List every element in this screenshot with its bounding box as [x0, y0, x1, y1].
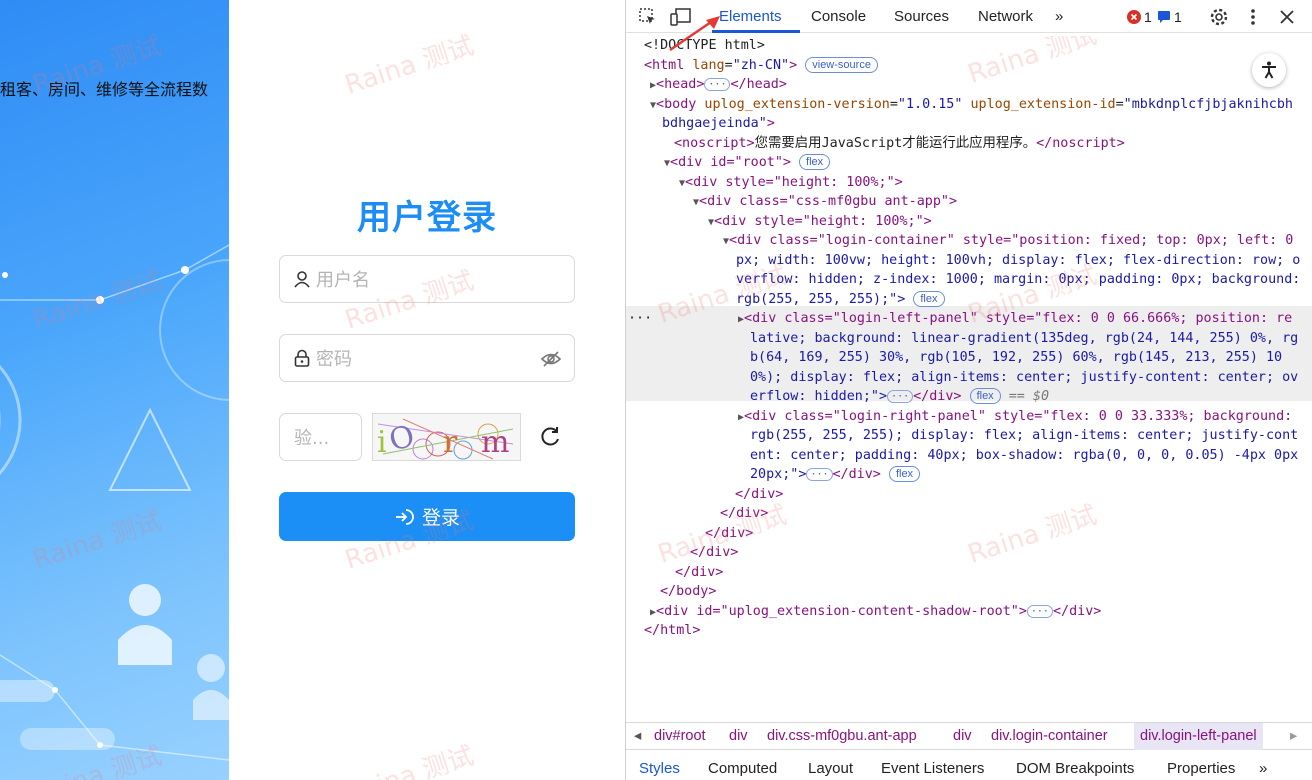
div-ant-app-line[interactable]: ▼<div class="css-mf0gbu ant-app">	[693, 192, 957, 213]
system-description-text: 租客、房间、维修等全流程数	[0, 80, 209, 99]
breadcrumb-item[interactable]: div	[729, 728, 748, 744]
more-tabs-button[interactable]: »	[1055, 8, 1063, 25]
password-field[interactable]: 密码	[279, 334, 575, 382]
div-close-line[interactable]: </div>	[675, 563, 723, 583]
login-left-panel-cont: erflow: hidden;"> ··· </div> flex == $0	[750, 388, 1050, 404]
password-placeholder: 密码	[316, 349, 352, 370]
div-close-line[interactable]: </div>	[720, 504, 768, 524]
breadcrumb-item[interactable]: div.login-container	[991, 728, 1108, 744]
body-line-cont: bdhgaejeinda">	[662, 116, 775, 131]
tab-console[interactable]: Console	[811, 8, 866, 25]
tab-layout[interactable]: Layout	[808, 760, 853, 777]
devtools-panel: Elements Console Sources Network » 1 1 <…	[625, 0, 1312, 780]
breadcrumb-item[interactable]: div#root	[654, 728, 706, 744]
elements-tree: <!DOCTYPE html> <html lang="zh-CN"> view…	[626, 36, 1312, 716]
login-right-panel-cont: ent: center; padding: 40px; box-shadow: …	[750, 448, 1299, 463]
captcha-input[interactable]: 验...	[279, 413, 362, 461]
breadcrumb-item-active[interactable]: div.login-left-panel	[1134, 723, 1263, 750]
tab-sources[interactable]: Sources	[894, 8, 949, 25]
login-container-line[interactable]: ▼<div class="login-container" style="pos…	[723, 231, 1293, 252]
login-icon	[395, 508, 414, 525]
root-div-line[interactable]: ▼<div id="root"> flex	[664, 153, 831, 174]
view-source-badge: view-source	[805, 57, 878, 73]
div-height-line[interactable]: ▼<div style="height: 100%;">	[679, 173, 903, 194]
more-options-icon[interactable]	[1243, 7, 1263, 27]
close-icon[interactable]	[1277, 7, 1297, 27]
login-button-label: 登录	[421, 507, 460, 529]
login-left-panel-line[interactable]: ▶<div class="login-left-panel" style="fl…	[738, 309, 1292, 330]
tab-properties[interactable]: Properties	[1167, 760, 1235, 777]
error-badge[interactable]: 1	[1127, 9, 1152, 25]
login-right-panel-line[interactable]: ▶<div class="login-right-panel" style="f…	[738, 407, 1292, 428]
more-subtabs-button[interactable]: »	[1259, 760, 1267, 777]
captcha-placeholder: 验...	[294, 428, 330, 449]
watermark: Raina 测试	[964, 500, 1101, 570]
captcha-image[interactable]: i O r m	[372, 413, 521, 461]
div-close-line[interactable]: </div>	[690, 543, 738, 563]
login-left-panel: 租客、房间、维修等全流程数	[0, 0, 229, 780]
breadcrumb-item[interactable]: div	[953, 728, 972, 744]
watermark: Raina 测试	[964, 36, 1101, 90]
login-container-cont: px; width: 100vw; height: 100vh; display…	[736, 253, 1301, 268]
body-line[interactable]: ▼<body uplog_extension-version="1.0.15" …	[650, 95, 1293, 116]
username-field[interactable]: 用户名	[279, 255, 575, 303]
noscript-line[interactable]: <noscript>您需要启用JavaScript才能运行此应用程序。</nos…	[674, 134, 1125, 154]
dom-breadcrumb: ◂ div#root div div.css-mf0gbu.ant-app di…	[626, 722, 1312, 750]
settings-gear-icon[interactable]	[1209, 7, 1229, 27]
breadcrumb-scroll-right-icon[interactable]: ▸	[1290, 728, 1297, 744]
svg-text:m: m	[481, 425, 509, 460]
login-left-panel-cont: b(64, 169, 255) 30%, rgb(105, 192, 255) …	[750, 350, 1283, 365]
body-close-line[interactable]: </body>	[660, 582, 716, 602]
login-left-panel-cont: lative; background: linear-gradient(135d…	[750, 331, 1299, 346]
message-count: 1	[1174, 9, 1182, 25]
head-line[interactable]: ▶<head> ··· </head>	[650, 75, 787, 96]
login-right-panel-cont: 20px;"> ··· </div> flex	[750, 465, 921, 485]
username-placeholder: 用户名	[316, 270, 370, 291]
tab-styles[interactable]: Styles	[639, 760, 680, 777]
svg-text:r: r	[443, 425, 458, 460]
login-left-panel-cont: 0%); display: flex; align-items: center;…	[750, 370, 1299, 385]
tab-computed[interactable]: Computed	[708, 760, 777, 777]
inspect-element-icon[interactable]	[638, 7, 658, 27]
div-height-line-2[interactable]: ▼<div style="height: 100%;">	[708, 212, 932, 233]
red-arrow-annotation	[669, 16, 720, 52]
background-decoration	[0, 244, 229, 761]
login-right-panel-cont: rgb(255, 255, 255); display: flex; align…	[750, 428, 1299, 443]
breadcrumb-scroll-left-icon[interactable]: ◂	[634, 728, 641, 744]
breadcrumb-item[interactable]: div.css-mf0gbu.ant-app	[767, 728, 917, 744]
screen: 租客、房间、维修等全流程数 用户登录 用户名 密码 验... i O r m 登…	[0, 0, 1312, 780]
login-right-panel: 用户登录 用户名 密码 验... i O r m 登录	[229, 0, 625, 780]
tab-elements[interactable]: Elements	[719, 8, 782, 25]
error-count: 1	[1144, 9, 1152, 25]
html-close-line[interactable]: </html>	[644, 621, 700, 641]
styles-subtabs: Styles Computed Layout Event Listeners D…	[626, 750, 1312, 780]
lock-icon	[292, 348, 312, 368]
tab-dom-breakpoints[interactable]: DOM Breakpoints	[1016, 760, 1134, 777]
refresh-captcha-icon[interactable]	[537, 424, 563, 450]
svg-text:i: i	[377, 425, 387, 460]
tab-event-listeners[interactable]: Event Listeners	[881, 760, 984, 777]
user-icon	[292, 269, 312, 289]
devtools-toolbar: Elements Console Sources Network » 1 1	[626, 0, 1312, 33]
accessibility-icon[interactable]	[1252, 53, 1286, 87]
error-icon	[1127, 10, 1141, 24]
div-close-line[interactable]: </div>	[705, 524, 753, 544]
message-icon	[1158, 11, 1170, 23]
login-button[interactable]: 登录	[279, 492, 575, 541]
login-title: 用户登录	[357, 198, 497, 238]
login-container-cont: rgb(255, 255, 255);"> flex	[736, 290, 945, 310]
eye-invisible-icon[interactable]	[540, 348, 562, 370]
shadow-root-line[interactable]: ▶<div id="uplog_extension-content-shadow…	[650, 602, 1101, 623]
message-badge[interactable]: 1	[1157, 9, 1182, 25]
node-actions-dots[interactable]: ···	[628, 309, 652, 329]
div-close-line[interactable]: </div>	[735, 485, 783, 505]
html-open-line[interactable]: <html lang="zh-CN"> view-source	[644, 56, 878, 76]
login-container-cont: verflow: hidden; z-index: 1000; margin: …	[736, 272, 1301, 287]
tab-network[interactable]: Network	[978, 8, 1033, 25]
